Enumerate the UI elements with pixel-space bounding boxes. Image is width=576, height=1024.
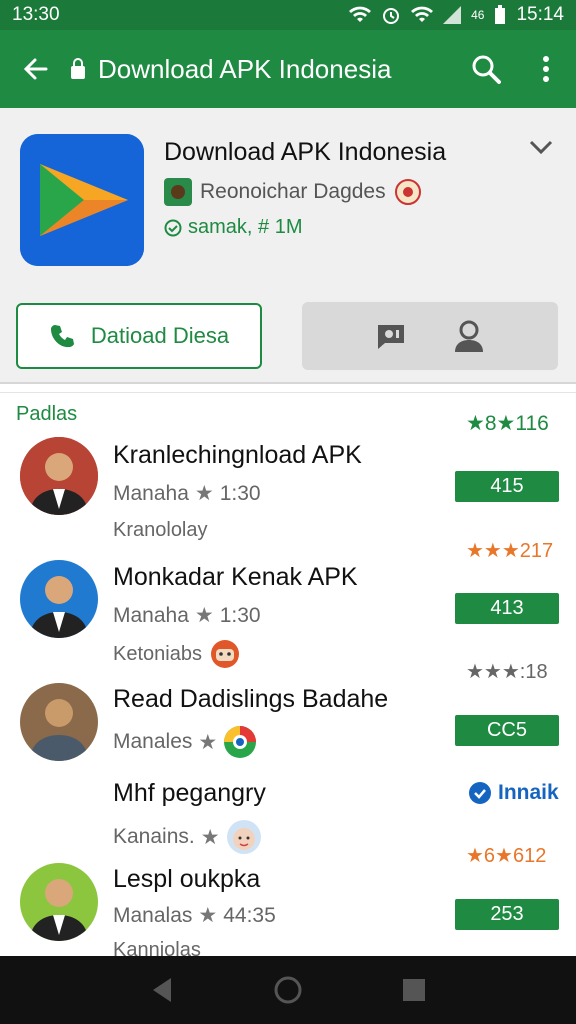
item-sub-text: Manaha (113, 481, 189, 505)
verified-check-icon (469, 782, 491, 804)
item-sub: Kanains. ★ (113, 819, 262, 855)
item-time: 1:30 (219, 481, 261, 505)
profile-icon[interactable] (453, 319, 485, 353)
developer-badge-icon (164, 178, 192, 206)
app-meta-text: samak, # 1M (188, 216, 303, 238)
item-time: 1:30 (219, 603, 261, 627)
app-bar: Download APK Indonesia (0, 30, 576, 108)
avatar (20, 863, 98, 941)
item-rating: ★★★217 (466, 540, 554, 562)
verified-icon (164, 219, 182, 236)
emoji-face-icon (210, 640, 239, 668)
status-bar: 13:30 46 15:14 (0, 0, 576, 30)
item-third: Ketoniabs (113, 639, 240, 669)
system-nav-bar (0, 956, 576, 1024)
item-sub-text: Manales (113, 730, 193, 753)
nav-recents-icon[interactable] (401, 977, 427, 1003)
wifi-icon (349, 6, 372, 22)
avatar (20, 560, 98, 638)
battery-icon (495, 5, 506, 24)
item-rating: ★★★:18 (466, 661, 548, 683)
status-time: 13:30 (12, 4, 60, 25)
item-time: 44:35 (223, 903, 276, 927)
star-icon: ★ (194, 604, 214, 627)
item-badge[interactable]: CC5 (455, 715, 559, 746)
app-logo-icon (20, 134, 144, 266)
item-name: Mhf pegangry (113, 779, 266, 807)
person-avatar-icon (20, 560, 98, 638)
item-sub-text: Manalas (113, 903, 193, 927)
alarm-icon (383, 8, 400, 24)
expand-button[interactable] (528, 138, 554, 161)
item-rating: ★6★612 (466, 845, 547, 867)
app-title: Download APK Indonesia (164, 138, 447, 166)
star-icon: ★ (198, 904, 218, 927)
back-arrow-icon (23, 58, 48, 80)
item-name: Read Dadislings Badahe (113, 685, 389, 713)
item-badge: Innaik (498, 781, 559, 804)
lock-icon (71, 58, 85, 79)
section-label: Padlas (16, 403, 78, 425)
phone-icon (50, 325, 74, 348)
app-list: Padlas ★8★116 Kranlechingnload APK Manah… (0, 392, 576, 961)
star-icon: ★ (198, 730, 218, 754)
item-sub-text: Manaha (113, 603, 189, 627)
person-avatar-icon (20, 863, 98, 941)
colorful-logo-icon (224, 726, 257, 758)
person-avatar-icon (20, 683, 98, 761)
signal-icon (443, 6, 462, 24)
developer-emblem-icon (394, 179, 421, 205)
item-sub: Manales ★ (113, 725, 257, 759)
item-third-text: Ketoniabs (113, 642, 202, 665)
item-badge[interactable]: 413 (455, 593, 559, 624)
item-name: Monkadar Kenak APK (113, 563, 358, 591)
item-sub: Manaha ★ 1:30 (113, 603, 261, 628)
app-icon[interactable] (20, 134, 144, 266)
star-icon: ★ (194, 482, 214, 505)
search-button[interactable] (456, 30, 516, 108)
status-icons: 46 15:14 (349, 4, 564, 26)
developer-name: Reonoichar Dagdes (200, 180, 386, 203)
baby-face-icon (226, 820, 261, 854)
item-badge[interactable]: 253 (455, 899, 559, 930)
app-bar-title: Download APK Indonesia (70, 54, 456, 85)
avatar (20, 437, 98, 515)
item-name: Lespl oukpka (113, 865, 261, 893)
nav-back-icon[interactable] (149, 976, 175, 1004)
secondary-actions (302, 302, 558, 370)
item-verified-label[interactable]: Innaik (468, 781, 559, 805)
item-name: Kranlechingnload APK (113, 441, 362, 469)
star-icon: ★ (200, 825, 220, 849)
app-meta: samak, # 1M (164, 216, 302, 239)
primary-action-button[interactable]: Datioad Diesa (16, 303, 262, 369)
wifi-icon-2 (411, 6, 434, 22)
chat-icon[interactable] (375, 322, 407, 350)
section-rating: ★8★116 (466, 412, 549, 435)
app-header: Download APK Indonesia Reonoichar Dagdes… (0, 108, 576, 384)
developer-row[interactable]: Reonoichar Dagdes (164, 178, 422, 206)
item-sub-text: Kanains. (113, 825, 195, 848)
overflow-menu-button[interactable] (516, 30, 576, 108)
primary-action-label: Datioad Diesa (90, 323, 230, 348)
network-type: 46 (471, 8, 485, 22)
search-icon (472, 55, 501, 84)
back-button[interactable] (0, 30, 70, 108)
avatar (20, 683, 98, 761)
nav-home-icon[interactable] (273, 975, 303, 1005)
item-sub: Manaha ★ 1:30 (113, 481, 261, 506)
status-time-right: 15:14 (516, 4, 564, 25)
person-avatar-icon (20, 437, 98, 515)
item-badge[interactable]: 415 (455, 471, 559, 502)
item-sub: Manalas ★ 44:35 (113, 903, 276, 928)
item-third: Kranololay (113, 519, 208, 541)
chevron-down-icon (529, 140, 553, 155)
app-bar-title-text: Download APK Indonesia (98, 53, 392, 84)
more-vert-icon (543, 56, 549, 82)
